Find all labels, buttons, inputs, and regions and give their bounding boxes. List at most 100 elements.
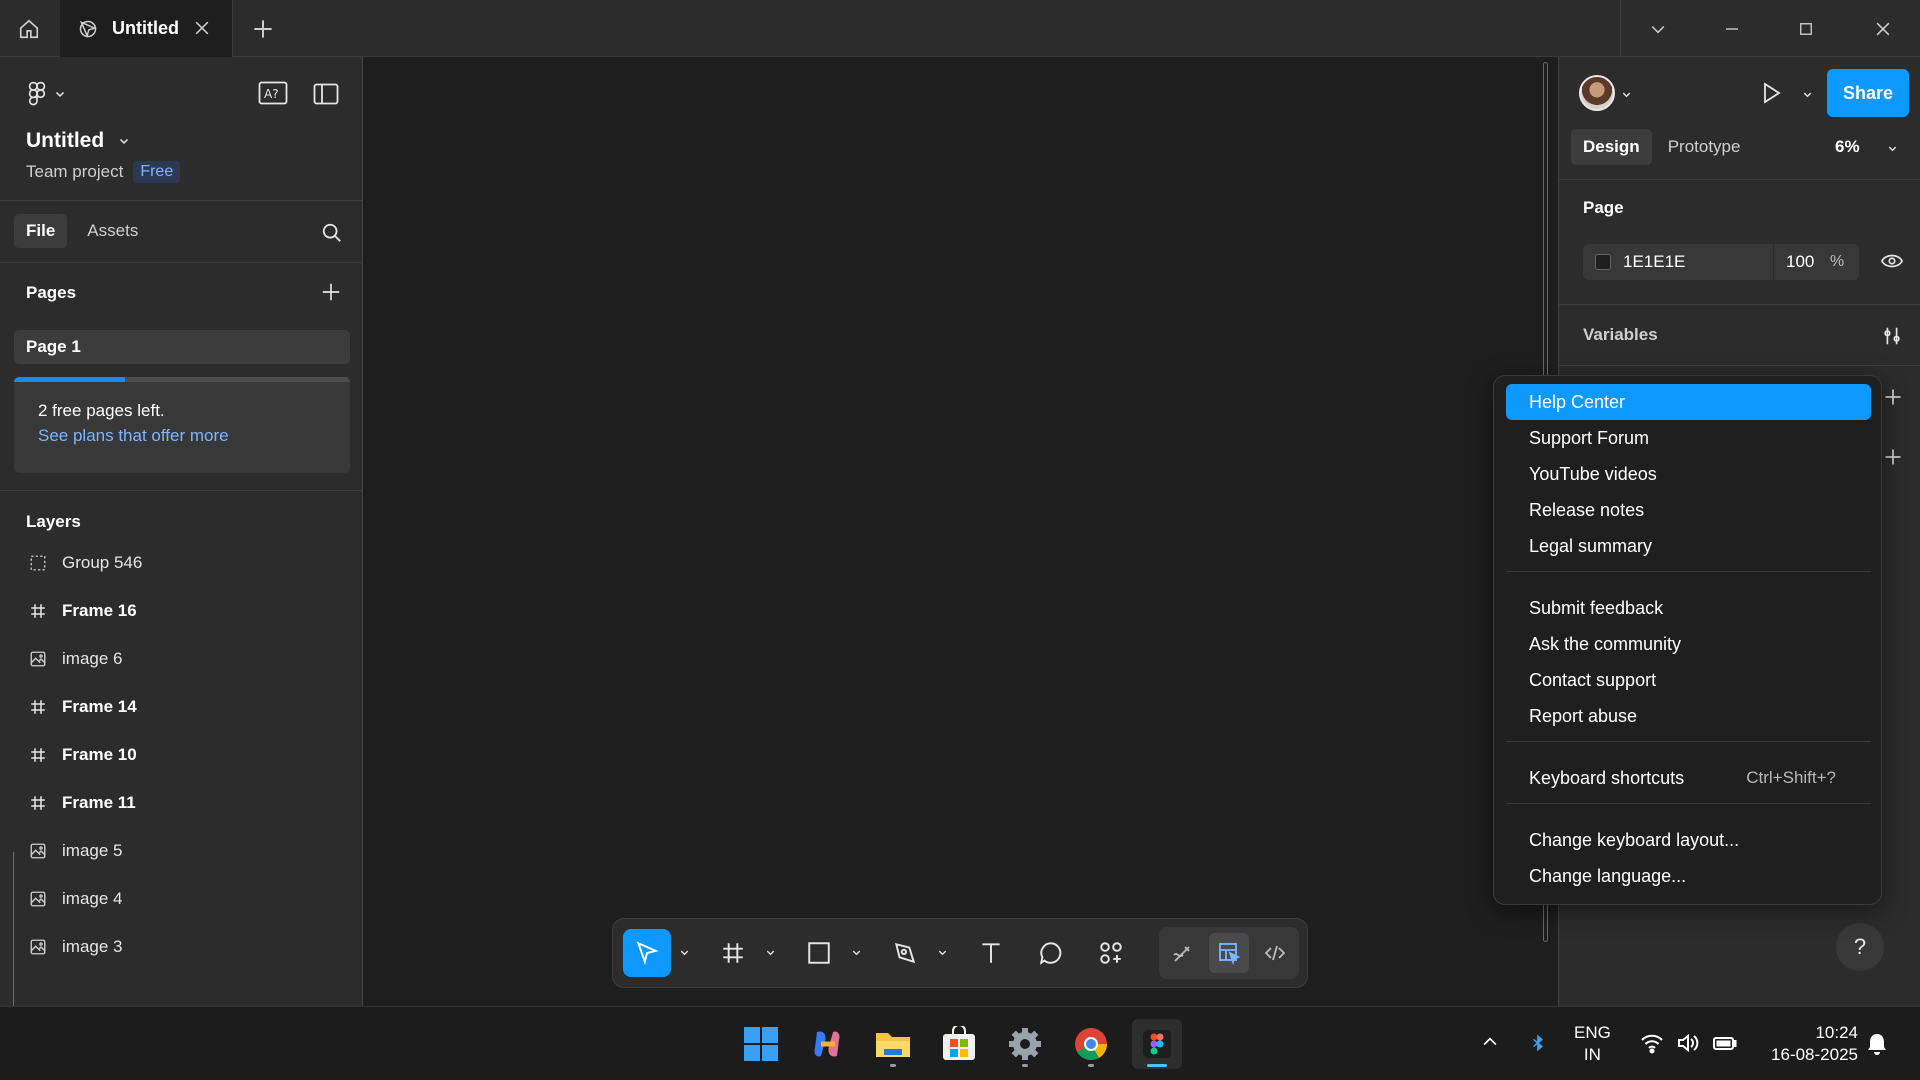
chevron-down-icon[interactable] [765, 947, 776, 958]
figma-app[interactable] [1132, 1019, 1182, 1069]
menu-item-support-forum[interactable]: Support Forum [1506, 420, 1871, 456]
menu-item-release-notes[interactable]: Release notes [1506, 492, 1871, 528]
add-export-icon[interactable] [1883, 447, 1903, 467]
layer-name: image 4 [62, 889, 123, 908]
wifi-icon[interactable] [1640, 1032, 1664, 1054]
tabs-dropdown-button[interactable] [1621, 0, 1695, 57]
chevron-down-icon[interactable] [851, 947, 862, 958]
home-button[interactable] [0, 0, 58, 57]
layer-item[interactable]: image 6 [0, 635, 362, 683]
ask-ai-icon[interactable]: A? [258, 81, 288, 107]
menu-item-contact-support[interactable]: Contact support [1506, 662, 1871, 698]
comment-tool-button[interactable] [1027, 929, 1075, 977]
page-item-page-1[interactable]: Page 1 [14, 330, 350, 364]
plan-badge[interactable]: Free [133, 161, 181, 183]
help-button[interactable]: ? [1836, 923, 1884, 971]
canvas[interactable] [364, 57, 1558, 1006]
page-opacity-value[interactable]: 100 [1786, 252, 1826, 272]
maximize-button[interactable] [1769, 0, 1843, 57]
notification-bell-icon[interactable] [1866, 1032, 1888, 1056]
eye-icon[interactable] [1881, 252, 1903, 270]
add-style-icon[interactable] [1883, 387, 1903, 407]
pen-tool-button[interactable] [881, 929, 929, 977]
clock-time: 10:24 [1815, 1023, 1858, 1042]
minimize-icon [1726, 27, 1738, 30]
menu-item-legal-summary[interactable]: Legal summary [1506, 528, 1871, 564]
start-button[interactable] [736, 1019, 786, 1069]
menu-item-help-center[interactable]: Help Center [1506, 384, 1871, 420]
move-tool-button[interactable] [623, 929, 671, 977]
layer-item[interactable]: Frame 14 [0, 683, 362, 731]
windows-logo-icon [744, 1027, 778, 1061]
see-plans-link[interactable]: See plans that offer more [38, 426, 229, 446]
chrome-app[interactable] [1066, 1019, 1116, 1069]
menu-item-label: Submit feedback [1529, 597, 1664, 618]
menu-item-change-keyboard-layout[interactable]: Change keyboard layout... [1506, 822, 1871, 858]
layer-item[interactable]: Group 546 [0, 539, 362, 587]
layer-item[interactable]: image 4 [0, 875, 362, 923]
layer-item[interactable]: Frame 16 [0, 587, 362, 635]
menu-item-keyboard-shortcuts[interactable]: Keyboard shortcuts Ctrl+Shift+? [1506, 760, 1871, 796]
layers-list: Group 546 Frame 16 image 6 Frame 14 Frame 10… [0, 539, 362, 971]
file-name-button[interactable]: Untitled [26, 129, 130, 153]
settings-app[interactable] [1000, 1019, 1050, 1069]
copilot-app[interactable] [802, 1019, 852, 1069]
present-play-icon[interactable] [1759, 81, 1783, 105]
tab-prototype[interactable]: Prototype [1656, 129, 1753, 165]
bluetooth-icon[interactable] [1528, 1032, 1548, 1054]
menu-item-report-abuse[interactable]: Report abuse [1506, 698, 1871, 734]
zoom-level[interactable]: 6% [1835, 137, 1860, 157]
minimize-button[interactable] [1695, 0, 1769, 57]
draw-mode-button[interactable] [1163, 933, 1203, 973]
new-tab-icon[interactable] [250, 16, 276, 42]
tab-design[interactable]: Design [1571, 129, 1652, 165]
design-mode-button[interactable] [1209, 933, 1249, 973]
chevron-down-icon[interactable] [1887, 143, 1898, 154]
chevron-down-icon[interactable] [679, 947, 690, 958]
main-menu-button[interactable] [26, 81, 66, 107]
close-window-button[interactable] [1846, 0, 1920, 57]
close-tab-icon[interactable] [192, 18, 212, 38]
page-color-hex[interactable]: 1E1E1E [1623, 252, 1773, 272]
menu-item-youtube-videos[interactable]: YouTube videos [1506, 456, 1871, 492]
file-explorer-app[interactable] [868, 1019, 918, 1069]
tab-file[interactable]: File [14, 214, 68, 248]
layer-item[interactable]: image 3 [0, 923, 362, 971]
system-clock[interactable]: 10:24 16-08-2025 [1758, 1022, 1858, 1066]
input-language[interactable]: ENG IN [1574, 1022, 1611, 1066]
user-avatar[interactable] [1579, 75, 1615, 111]
layer-item[interactable]: Frame 11 [0, 779, 362, 827]
search-icon[interactable] [321, 222, 343, 244]
volume-icon[interactable] [1676, 1032, 1700, 1054]
frame-tool-button[interactable] [709, 929, 757, 977]
tab-assets[interactable]: Assets [75, 214, 150, 248]
divider [0, 490, 362, 491]
chevron-down-icon[interactable] [1802, 89, 1813, 100]
add-page-icon[interactable] [320, 281, 342, 303]
components-tool-button[interactable] [1087, 929, 1135, 977]
menu-item-submit-feedback[interactable]: Submit feedback [1506, 590, 1871, 626]
shape-tool-button[interactable] [795, 929, 843, 977]
page-color-swatch[interactable] [1595, 254, 1611, 270]
title-bar: Untitled [0, 0, 1920, 57]
layer-item[interactable]: Frame 10 [0, 731, 362, 779]
variables-settings-icon[interactable] [1881, 325, 1903, 347]
chevron-down-icon[interactable] [1621, 89, 1632, 100]
image-icon [28, 889, 48, 909]
share-button[interactable]: Share [1827, 69, 1909, 117]
dev-mode-button[interactable] [1255, 933, 1295, 973]
chevron-down-icon[interactable] [937, 947, 948, 958]
sidebar-toggle-icon[interactable] [313, 83, 339, 105]
help-menu: Help Center Support Forum YouTube videos Re… [1493, 375, 1882, 905]
text-tool-button[interactable] [967, 929, 1015, 977]
layer-item[interactable]: image 5 [0, 827, 362, 875]
chevron-up-icon[interactable] [1480, 1032, 1500, 1052]
menu-item-change-language[interactable]: Change language... [1506, 858, 1871, 894]
close-icon [1876, 22, 1890, 35]
file-tab[interactable]: Untitled [60, 0, 233, 57]
mode-switcher [1159, 927, 1299, 979]
page-color-field[interactable]: 1E1E1E 100 % [1583, 244, 1859, 280]
menu-item-ask-the-community[interactable]: Ask the community [1506, 626, 1871, 662]
battery-icon[interactable] [1712, 1032, 1738, 1054]
microsoft-store-app[interactable] [934, 1019, 984, 1069]
